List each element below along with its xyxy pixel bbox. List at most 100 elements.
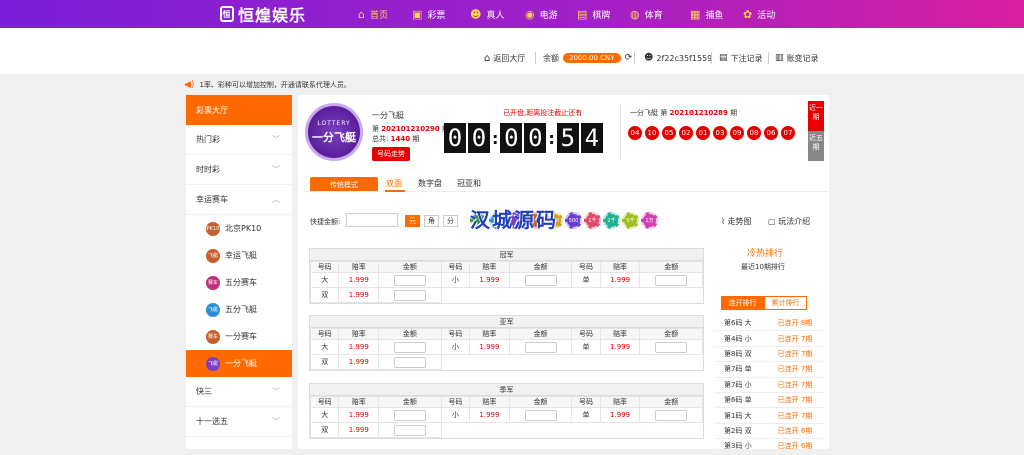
nav-item-7[interactable]: ✿ 活动 — [743, 0, 775, 28]
unit-jiao[interactable]: 角 — [424, 215, 439, 227]
amount-input[interactable] — [655, 341, 688, 353]
username: 2f22c35f1559 — [656, 53, 713, 63]
sidebar-item-lottery[interactable]: 赛车 五分赛车 — [186, 269, 292, 296]
lottery-icon: ▣ — [412, 7, 423, 21]
nav-item-5[interactable]: ◍ 体育 — [630, 0, 663, 28]
user-info[interactable]: ☻ 2f22c35f1559 — [644, 52, 712, 64]
empty-cell — [441, 355, 572, 370]
tab-number-board[interactable]: 数字盘 — [418, 178, 442, 189]
amount-input[interactable] — [393, 274, 426, 286]
sidebar-item-lottery[interactable]: 赛车 一分赛车 — [186, 323, 292, 350]
amount-input[interactable] — [393, 289, 426, 301]
chevron-down-icon: ﹀ — [272, 417, 280, 426]
total-number: 1440 — [390, 135, 411, 143]
amount-input[interactable] — [655, 274, 688, 286]
hot-cold-subtitle: 最近10期排行 — [741, 263, 785, 271]
sidebar-item-lottery[interactable]: PK10 北京PK10 — [186, 215, 292, 242]
recent-1-button[interactable]: 近一期 — [808, 101, 824, 131]
empty-cell — [572, 288, 703, 303]
notice-text: 1率、彩种可以增加控制，开通请联系代理人员。 — [199, 81, 351, 89]
ranking-streak: 已连开 7期 — [777, 380, 813, 389]
nav-item-label: 电游 — [539, 10, 558, 21]
tab-double-side[interactable]: 双面 — [386, 178, 402, 189]
sidebar-category-label: 快三 — [196, 387, 212, 396]
sidebar-item-label: 北京PK10 — [225, 224, 262, 233]
amount-input[interactable] — [393, 424, 426, 436]
odds-value: 1.999 — [599, 339, 641, 355]
sidebar-category[interactable]: 十一选五 ﹀ — [186, 407, 292, 437]
home-icon: ⌂ — [358, 7, 365, 21]
chevron-down-icon: ﹀ — [272, 165, 280, 174]
sidebar-category[interactable]: 幸运赛车 ︿ — [186, 185, 292, 215]
gamepad-icon: ◉ — [525, 7, 535, 21]
bet-record-link[interactable]: ▤ 下注记录 — [719, 52, 763, 64]
amount-input[interactable] — [393, 341, 426, 353]
chip-button[interactable]: 5千 — [622, 212, 639, 229]
odds-value: 1.999 — [338, 272, 380, 288]
account-record-link[interactable]: ▥ 账变记录 — [775, 52, 819, 64]
previous-period: 202101210289 — [669, 109, 728, 117]
refresh-icon[interactable]: ⟳ — [625, 53, 633, 63]
chip-button[interactable]: 2千 — [603, 212, 620, 229]
user-icon: ☻ — [644, 53, 654, 63]
empty-cell — [441, 288, 572, 303]
amount-input[interactable] — [524, 409, 557, 421]
odds-value: 1.999 — [338, 422, 380, 438]
ranking-streak: 已连开 6期 — [777, 426, 813, 435]
ranking-row: 第2码 双 已连开 6期 — [714, 424, 824, 440]
chip-button[interactable]: 1万 — [641, 212, 658, 229]
sidebar-head[interactable]: 彩票大厅 — [186, 95, 292, 125]
unit-yuan[interactable]: 元 — [405, 215, 420, 227]
odds-value: 1.999 — [338, 354, 380, 370]
tab-champion-sum[interactable]: 冠亚和 — [457, 178, 481, 189]
number-trend-button[interactable]: 号码走势 — [372, 147, 410, 161]
tab-cumulative-rank[interactable]: 累计排行 — [764, 296, 807, 310]
ranking-list: 第6码 大已连开 8期 第4码 小已连开 7期 第8码 双已连开 7期 第7码 单已连… — [714, 316, 824, 455]
amount-input[interactable] — [393, 409, 426, 421]
sidebar-item-lottery[interactable]: 飞艇 五分飞艇 — [186, 296, 292, 323]
nav-item-2[interactable]: ☻ 真人 — [470, 0, 504, 28]
recent-5-button[interactable]: 近五期 — [808, 131, 824, 161]
sidebar-item-lottery[interactable]: 飞艇 幸运飞艇 — [186, 242, 292, 269]
nav-item-1[interactable]: ▣ 彩票 — [412, 0, 445, 28]
logo-badge: 恒 — [220, 6, 234, 22]
chip-button[interactable]: 1千 — [584, 212, 601, 229]
amount-input[interactable] — [393, 356, 426, 368]
ranking-position: 第8码 双 — [724, 349, 752, 358]
back-lobby-link[interactable]: ⌂ 返回大厅 — [484, 52, 525, 64]
trend-chart-label: 走势图 — [727, 217, 752, 226]
nav-item-6[interactable]: ▦ 捕鱼 — [690, 0, 723, 28]
nav-item-4[interactable]: ▤ 棋牌 — [577, 0, 610, 28]
tab-consecutive-rank[interactable]: 连开排行 — [721, 296, 764, 310]
sidebar: 彩票大厅 热门彩 ﹀ 时时彩 ﹀ 幸运赛车 ︿ PK10 北京PK10 飞艇 幸运飞艇 赛车 五分赛… — [186, 95, 292, 449]
chevron-down-icon: ﹀ — [272, 135, 280, 144]
sidebar-item-lottery[interactable]: 飞艇 一分飞艇 — [186, 350, 292, 377]
sidebar-item-label: 一分赛车 — [225, 332, 257, 341]
sidebar-category[interactable]: 热门彩 ﹀ — [186, 125, 292, 155]
ranking-streak: 已连开 7期 — [777, 334, 813, 343]
quick-amount-input[interactable] — [346, 213, 398, 227]
column-header: 金额 — [378, 328, 442, 340]
rules-link[interactable]: ▢ 玩法介绍 — [768, 216, 810, 227]
logo-text: 恒煌娱乐 — [238, 6, 307, 25]
trend-chart-link[interactable]: ⌇ 走势图 — [721, 216, 751, 227]
sidebar-category[interactable]: 时时彩 ﹀ — [186, 155, 292, 185]
odds-value: 1.999 — [338, 339, 380, 355]
amount-input[interactable] — [655, 409, 688, 421]
book-icon: ▢ — [768, 217, 776, 226]
column-header: 赔率 — [599, 261, 641, 273]
bet-option: 单 — [571, 339, 601, 355]
nav-item-0[interactable]: ⌂ 首页 — [358, 0, 388, 28]
traditional-mode-button[interactable]: 传统模式 — [310, 177, 378, 192]
nav-item-3[interactable]: ◉ 电游 — [525, 0, 558, 28]
unit-fen[interactable]: 分 — [443, 215, 458, 227]
countdown-timer: 0 0 : 0 0 : 5 4 — [444, 123, 605, 153]
chip-button[interactable]: 500 — [565, 212, 582, 229]
table-row: 双 1.999 — [309, 354, 703, 370]
period-number: 202101210290 — [381, 125, 440, 133]
site-logo[interactable]: 恒 恒煌娱乐 — [220, 5, 307, 25]
bet-option: 小 — [440, 339, 471, 355]
amount-input[interactable] — [524, 341, 557, 353]
sidebar-category[interactable]: 快三 ﹀ — [186, 377, 292, 407]
amount-input[interactable] — [524, 274, 557, 286]
